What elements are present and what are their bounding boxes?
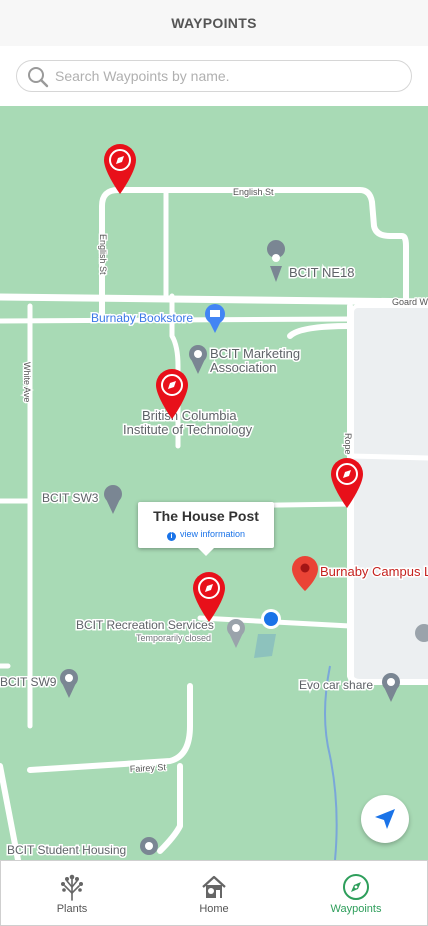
sw3-marker-icon: [104, 485, 122, 514]
street-label-white-ave: White Ave: [22, 362, 32, 402]
rec-marker-icon: [227, 619, 245, 648]
place-label-evo: Evo car share: [299, 678, 373, 692]
user-location-icon: [254, 609, 281, 658]
housing-marker-icon: [140, 837, 158, 855]
info-icon: i: [166, 532, 176, 541]
app-header: WAYPOINTS: [0, 0, 428, 46]
home-icon: [202, 875, 226, 898]
tab-label: Plants: [56, 903, 88, 915]
evo-marker-icon: [382, 673, 400, 702]
place-label-bcit-ne18: BCIT NE18: [289, 265, 355, 280]
tab-waypoints[interactable]: Waypoints: [285, 861, 427, 925]
search-box[interactable]: [16, 60, 412, 92]
campus-red-marker-icon: [292, 556, 318, 591]
street-label-rope: Rope: [343, 433, 353, 455]
view-information-link[interactable]: i view information: [138, 529, 274, 541]
search-bar: [0, 46, 428, 106]
creek: [324, 665, 338, 860]
place-label-burnaby-campus: Burnaby Campus L: [320, 564, 428, 579]
page-title: WAYPOINTS: [171, 15, 257, 31]
street-label-english-st: English St: [233, 187, 274, 197]
waypoint-callout[interactable]: The House Post i view information: [138, 502, 274, 556]
bottom-tab-bar: Plants Home Waypoints: [0, 860, 428, 926]
bookstore-marker-icon: [205, 304, 225, 333]
callout-title: The House Post: [153, 508, 259, 524]
tab-plants[interactable]: Plants: [1, 861, 143, 925]
tree-icon: [61, 874, 83, 901]
street-label-fairey-st: Fairey St: [130, 762, 167, 774]
place-label-bcit-main-2: Institute of Technology: [123, 422, 253, 437]
waypoint-pin-icon: [331, 458, 363, 508]
waypoint-pin-icon: [193, 572, 225, 622]
place-label-sw3: BCIT SW3: [42, 491, 99, 505]
search-input[interactable]: [55, 61, 395, 91]
place-label-marketing-1: BCIT Marketing: [210, 346, 300, 361]
place-label-student-housing: BCIT Student Housing: [7, 843, 126, 857]
tab-label: Home: [199, 903, 229, 915]
sw9-marker-icon: [60, 669, 78, 698]
place-label-bookstore: Burnaby Bookstore: [91, 311, 193, 325]
search-icon: [28, 67, 49, 88]
waypoint-pin[interactable]: [330, 457, 364, 509]
map-view[interactable]: English St English St Goard W White Ave …: [0, 106, 428, 860]
place-label-temp-closed: Temporarily closed: [136, 633, 211, 643]
view-information-label: view information: [179, 529, 246, 539]
locate-me-button[interactable]: [361, 795, 409, 843]
street-label-english-st-vertical: English St: [98, 234, 108, 275]
place-label-sw9: BCIT SW9: [0, 675, 57, 689]
place-label-marketing-2: Association: [210, 360, 276, 375]
compass-icon: [343, 874, 369, 900]
waypoint-pin[interactable]: [103, 143, 137, 195]
navigation-arrow-icon: [375, 809, 395, 829]
waypoint-pin-icon: [104, 144, 136, 194]
bcit-ne18-marker-icon: [267, 240, 286, 282]
tab-home[interactable]: Home: [143, 861, 285, 925]
tab-label: Waypoints: [330, 903, 382, 915]
street-label-goard-way: Goard W: [392, 297, 428, 307]
waypoint-pin-selected[interactable]: [192, 571, 226, 623]
waypoint-pin-icon: [156, 369, 188, 419]
marketing-marker-icon: [189, 345, 207, 374]
waypoint-pin[interactable]: [155, 368, 189, 420]
